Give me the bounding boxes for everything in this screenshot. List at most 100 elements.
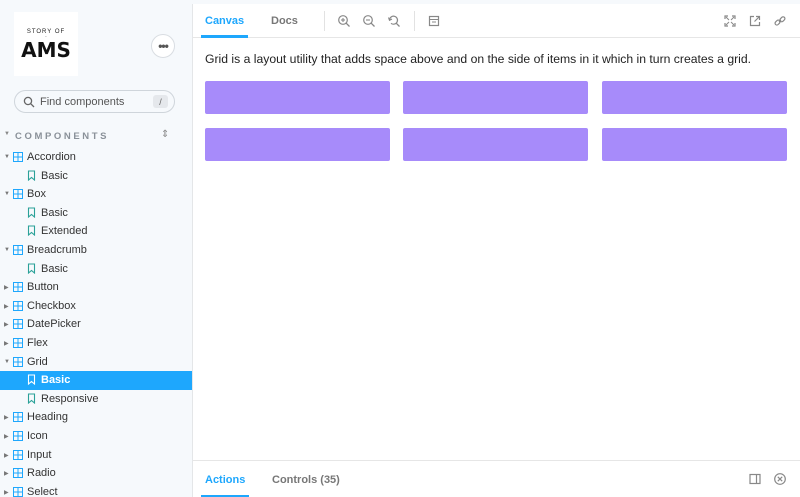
tree-component-item[interactable]: ▼ Box <box>0 185 192 204</box>
bookmark-icon <box>27 263 36 274</box>
component-grid-icon <box>13 356 23 367</box>
tab-controls[interactable]: Controls (35) <box>272 461 340 497</box>
caret-right-icon: ▶ <box>4 415 9 422</box>
tree-story-item[interactable]: Basic <box>0 167 192 186</box>
grid-item <box>403 128 588 161</box>
component-grid-icon <box>13 468 23 479</box>
tree-item-label: Icon <box>27 429 48 442</box>
caret-right-icon: ▶ <box>4 340 9 347</box>
component-grid-icon <box>13 300 23 311</box>
background-icon[interactable] <box>427 14 441 28</box>
component-grid-icon <box>13 282 23 293</box>
tree-item-label: Heading <box>27 411 68 424</box>
logo-main-text: AMS <box>21 38 71 62</box>
open-new-tab-icon[interactable] <box>748 14 762 28</box>
bookmark-icon <box>27 170 36 181</box>
tree-item-label: Grid <box>27 355 48 368</box>
more-menu-button[interactable]: ••• <box>151 34 175 58</box>
tree-component-item[interactable]: ▶ Input <box>0 446 192 465</box>
tree-item-label: DatePicker <box>27 318 81 331</box>
search-box[interactable]: / <box>14 90 175 113</box>
component-grid-icon <box>13 337 23 348</box>
tree-story-item[interactable]: Responsive <box>0 390 192 409</box>
tab-actions[interactable]: Actions <box>200 461 250 497</box>
tree-component-item[interactable]: ▶ Checkbox <box>0 297 192 316</box>
grid-item <box>205 81 390 114</box>
tree-component-item[interactable]: ▼ Grid <box>0 353 192 372</box>
tab-canvas[interactable]: Canvas <box>200 4 249 38</box>
grid-item <box>403 81 588 114</box>
component-grid-icon <box>13 244 23 255</box>
panel-orientation-icon[interactable] <box>748 472 762 486</box>
tree-item-label: Responsive <box>41 392 99 405</box>
grid-description: Grid is a layout utility that adds space… <box>205 52 752 66</box>
toolbar: Canvas Docs <box>193 4 800 38</box>
component-grid-icon <box>13 152 23 162</box>
tab-docs[interactable]: Docs <box>271 4 298 38</box>
expand-collapse-icon[interactable]: ⇕ <box>161 129 169 140</box>
caret-right-icon: ▶ <box>4 452 9 459</box>
caret-right-icon: ▶ <box>4 433 9 440</box>
tree-item-label: Accordion <box>27 151 76 163</box>
caret-down-icon: ▼ <box>4 131 10 137</box>
search-shortcut-key: / <box>153 95 168 108</box>
component-grid-icon <box>13 412 23 423</box>
tree-item-label: Flex <box>27 336 48 349</box>
copy-link-icon[interactable] <box>773 14 787 28</box>
tree-item-label: Checkbox <box>27 299 76 312</box>
grid-item <box>602 128 787 161</box>
component-grid-icon <box>13 430 23 441</box>
tree-component-item[interactable]: ▶ Flex <box>0 334 192 353</box>
caret-right-icon: ▶ <box>4 285 9 292</box>
tree-component-item[interactable]: ▶ Icon <box>0 427 192 446</box>
toolbar-divider <box>414 11 415 31</box>
tree-item-label: Basic <box>41 374 71 387</box>
tree-story-item[interactable]: Basic <box>0 260 192 279</box>
search-icon <box>23 96 35 107</box>
tree-item-label: Extended <box>41 225 88 238</box>
grid-item <box>602 81 787 114</box>
tree-component-item[interactable]: ▶ Select <box>0 483 192 497</box>
zoom-out-icon[interactable] <box>362 14 376 28</box>
tree-item-label: Basic <box>41 206 68 219</box>
tree-item-label: Radio <box>27 467 56 480</box>
tree-story-item[interactable]: Extended <box>0 222 192 241</box>
tree-story-item[interactable]: Basic <box>0 371 192 390</box>
close-panel-icon[interactable] <box>773 472 787 486</box>
tree-story-item[interactable]: Basic <box>0 204 192 223</box>
tree-component-item[interactable]: ▶ Radio <box>0 464 192 483</box>
bookmark-icon <box>27 374 36 386</box>
caret-down-icon: ▼ <box>4 358 10 365</box>
tree-component-item[interactable]: ▶ Button <box>0 278 192 297</box>
tree-component-item[interactable]: ▶ DatePicker <box>0 315 192 334</box>
caret-down-icon: ▼ <box>4 154 10 160</box>
grid-item <box>205 128 390 161</box>
tree-item-label: Button <box>27 281 59 294</box>
tree-item-label: Box <box>27 188 46 201</box>
component-grid-icon <box>13 189 23 200</box>
tree-item-label: Basic <box>41 262 68 275</box>
tree-component-item[interactable]: ▼ Accordion <box>0 148 192 167</box>
brand-logo[interactable]: Story of · AMS <box>14 12 78 76</box>
tree-component-item[interactable]: ▶ Heading <box>0 408 192 427</box>
caret-right-icon: ▶ <box>4 471 9 478</box>
zoom-in-icon[interactable] <box>337 14 351 28</box>
tree-item-label: Input <box>27 448 52 461</box>
toolbar-divider <box>324 11 325 31</box>
component-grid-icon <box>13 486 23 497</box>
caret-right-icon: ▶ <box>4 322 9 329</box>
components-section-header[interactable]: ▼ COMPONENTS ⇕ <box>0 128 192 144</box>
tree-item-label: Basic <box>41 169 68 182</box>
addons-panel: Actions Controls (35) <box>193 460 800 497</box>
caret-right-icon: ▶ <box>4 489 9 496</box>
caret-down-icon: ▼ <box>4 191 10 198</box>
fullscreen-icon[interactable] <box>723 14 737 28</box>
caret-right-icon: ▶ <box>4 303 9 310</box>
section-title: COMPONENTS <box>15 131 110 142</box>
search-input[interactable] <box>40 95 150 108</box>
zoom-reset-icon[interactable] <box>387 14 401 28</box>
caret-down-icon: ▼ <box>4 246 10 253</box>
tree-component-item[interactable]: ▼ Breadcrumb <box>0 241 192 260</box>
component-grid-icon <box>13 319 23 330</box>
bookmark-icon <box>27 393 36 404</box>
